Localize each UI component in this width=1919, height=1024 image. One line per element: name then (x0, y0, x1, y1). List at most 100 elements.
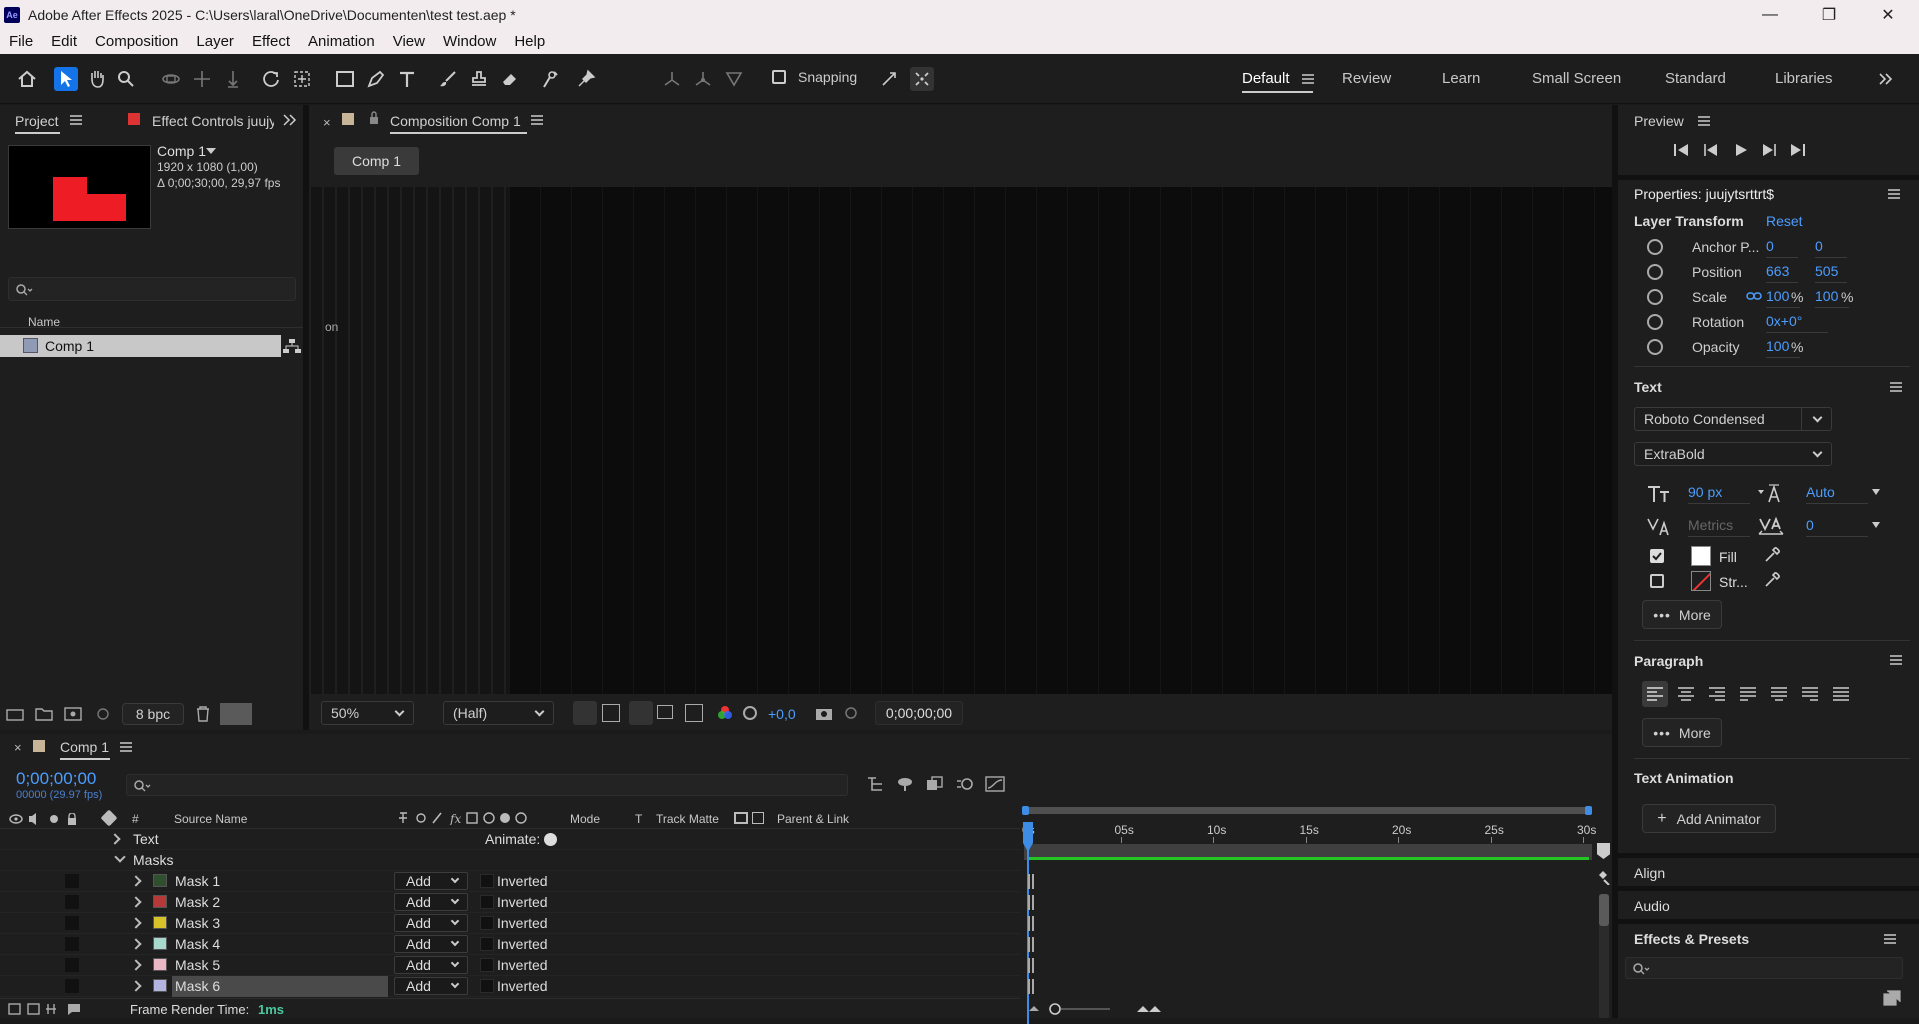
snap-edges-icon[interactable] (878, 67, 902, 91)
mask-mode-dropdown[interactable]: Add (394, 893, 468, 911)
mask-name-cell[interactable]: Mask 5 (172, 955, 388, 976)
effects-search-input[interactable] (1625, 957, 1903, 979)
col-mode[interactable]: Mode (570, 812, 600, 826)
col-source-name[interactable]: Source Name (174, 812, 247, 826)
minimize-button[interactable]: — (1747, 0, 1793, 29)
mask-row[interactable]: Mask 3 Add Inverted (0, 913, 1020, 934)
text-group-row[interactable]: Text Animate: (0, 829, 1020, 850)
align-left-icon[interactable] (1642, 681, 1668, 707)
mask-inverted-checkbox[interactable] (480, 937, 494, 951)
position-x-value[interactable]: 663 (1766, 263, 1798, 283)
mask-color-swatch[interactable] (153, 874, 167, 887)
av-features-icons[interactable] (9, 813, 79, 825)
mask-path-keyframe-marker[interactable] (1028, 895, 1034, 910)
time-graph[interactable]: 0s05s10s15s20s25s30s (1020, 769, 1612, 1024)
comp-flowchart-icon[interactable] (866, 776, 886, 792)
add-animator-button[interactable]: + Add Animator (1642, 804, 1776, 833)
project-menu-icon[interactable] (70, 115, 82, 125)
align-right-icon[interactable] (1704, 681, 1730, 707)
magnification-dropdown[interactable]: 50% (321, 701, 414, 725)
mask-mode-dropdown[interactable]: Add (394, 914, 468, 932)
font-style-dropdown[interactable]: ExtraBold (1634, 442, 1832, 466)
menu-composition[interactable]: Composition (86, 33, 187, 50)
comp-info-dropdown-icon[interactable] (206, 148, 216, 154)
paragraph-more-button[interactable]: ••• More (1642, 718, 1722, 747)
close-comp-tab-icon[interactable]: × (323, 115, 331, 130)
anchor-x-value[interactable]: 0 (1766, 238, 1798, 258)
mask-row[interactable]: Mask 1 Add Inverted (0, 871, 1020, 892)
mask-path-keyframe-marker[interactable] (1028, 937, 1034, 952)
scale-stopwatch-icon[interactable] (1647, 289, 1663, 305)
work-area-start-handle[interactable] (1022, 806, 1029, 815)
preserve-transparency-icon[interactable] (752, 812, 764, 824)
anchor-stopwatch-icon[interactable] (1647, 239, 1663, 255)
work-area-bar[interactable] (1024, 807, 1592, 814)
reset-exposure-icon[interactable] (742, 705, 758, 721)
menu-layer[interactable]: Layer (187, 33, 243, 50)
close-button[interactable]: ✕ (1865, 0, 1911, 29)
mask-inverted-checkbox[interactable] (480, 979, 494, 993)
mask-inverted-checkbox[interactable] (480, 874, 494, 888)
tab-composition[interactable]: Composition Comp 1 (390, 113, 521, 129)
col-track-matte[interactable]: Track Matte (656, 812, 719, 826)
tracking-value[interactable]: 0 (1806, 517, 1868, 537)
snap-features-icon[interactable] (910, 67, 934, 91)
new-folder-icon[interactable] (35, 707, 53, 721)
workspace-menu-icon[interactable] (1296, 67, 1320, 91)
shy-layers-icon[interactable] (895, 776, 915, 792)
new-preset-icon[interactable] (1883, 990, 1901, 1006)
masks-group-row[interactable]: Masks (0, 850, 1020, 871)
previous-frame-icon[interactable] (1703, 143, 1719, 157)
last-frame-icon[interactable] (1790, 143, 1806, 157)
justify-all-icon[interactable] (1828, 681, 1854, 707)
tracking-dropdown-icon[interactable] (1872, 522, 1880, 528)
composition-viewer[interactable]: on (309, 187, 1612, 694)
expand-mask-icon[interactable] (130, 959, 142, 971)
workspace-small-screen[interactable]: Small Screen (1532, 70, 1621, 87)
selection-tool-icon[interactable] (54, 67, 78, 91)
brush-tool-icon[interactable] (436, 67, 460, 91)
mask-mode-dropdown[interactable]: Add (394, 872, 468, 890)
tab-project[interactable]: Project (15, 113, 59, 129)
opacity-stopwatch-icon[interactable] (1647, 339, 1663, 355)
expand-mask-icon[interactable] (130, 980, 142, 992)
mask-visibility-box[interactable] (65, 895, 79, 909)
frame-blending-icon[interactable] (925, 776, 945, 792)
mask-color-swatch[interactable] (153, 916, 167, 929)
effects-presets-menu-icon[interactable] (1884, 934, 1896, 944)
pan-behind-tool-icon[interactable] (290, 67, 314, 91)
col-number[interactable]: # (132, 812, 139, 826)
tab-effect-controls[interactable]: Effect Controls juujyt (152, 113, 274, 129)
workspace-default[interactable]: Default (1242, 70, 1290, 87)
interpret-footage-icon[interactable] (6, 707, 24, 721)
justify-center-icon[interactable] (1766, 681, 1792, 707)
timeline-footer-toggles-icons[interactable] (8, 1002, 98, 1016)
mask-row[interactable]: Mask 6 Add Inverted (0, 976, 1020, 997)
lock-icon[interactable] (369, 111, 379, 125)
timeline-menu-icon[interactable] (120, 742, 132, 752)
axis-world-icon[interactable] (691, 67, 715, 91)
mask-color-swatch[interactable] (153, 979, 167, 992)
close-timeline-tab-icon[interactable]: × (14, 740, 22, 755)
text-section-menu-icon[interactable] (1890, 382, 1902, 392)
timeline-scrollbar[interactable] (1599, 894, 1609, 1018)
label-tag-icon[interactable] (100, 809, 118, 827)
expand-mask-icon[interactable] (130, 875, 142, 887)
mask-inverted-checkbox[interactable] (480, 916, 494, 930)
menu-window[interactable]: Window (434, 33, 505, 50)
timeline-search-input[interactable] (126, 774, 848, 796)
preview-menu-icon[interactable] (1698, 116, 1710, 126)
workspace-learn[interactable]: Learn (1442, 70, 1480, 87)
motion-blur-icon[interactable] (955, 776, 975, 792)
workspace-standard[interactable]: Standard (1665, 70, 1726, 87)
menu-file[interactable]: File (0, 33, 42, 50)
clone-stamp-tool-icon[interactable] (467, 67, 491, 91)
panel-overflow-icon[interactable] (283, 114, 297, 126)
resolution-dropdown[interactable]: (Half) (443, 701, 554, 725)
properties-menu-icon[interactable] (1888, 189, 1900, 199)
matte-icon[interactable] (734, 812, 748, 824)
expand-text-icon[interactable] (109, 833, 121, 845)
collapse-masks-icon[interactable] (114, 851, 126, 863)
comp-breadcrumb[interactable]: Comp 1 (334, 147, 419, 175)
mask-inverted-checkbox[interactable] (480, 958, 494, 972)
